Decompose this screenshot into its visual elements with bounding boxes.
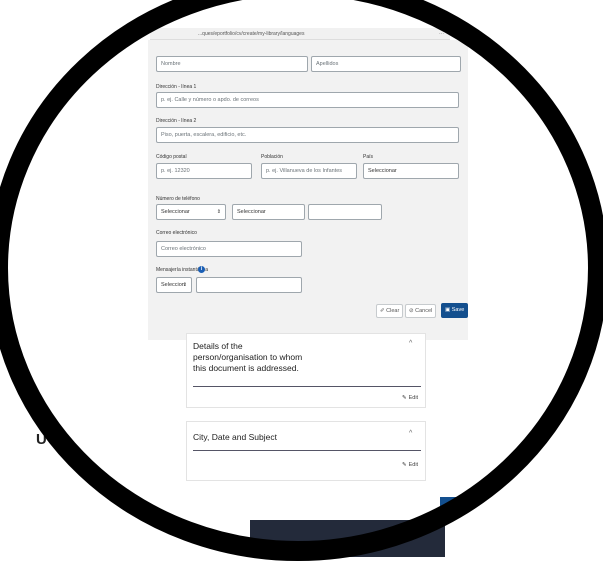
card-title: City, Date and Subject xyxy=(193,432,277,442)
clear-label: Clear xyxy=(386,308,400,314)
telefono-label: Número de teléfono xyxy=(156,196,200,202)
divider xyxy=(193,450,421,451)
codigo-postal-label: Código postal xyxy=(156,154,187,160)
telefono-type-value: Seleccionar xyxy=(161,209,190,215)
personal-info-form: Nombre Apellidos Dirección - línea 1 p. … xyxy=(148,40,469,340)
pais-select[interactable]: Seleccionar xyxy=(363,163,459,179)
cancel-button[interactable]: ⊘ Cancel xyxy=(405,304,437,318)
eraser-icon: ✐ xyxy=(380,308,385,314)
edit-label: Edit xyxy=(408,395,419,401)
cancel-label: Cancel xyxy=(415,308,433,314)
side-glyph: U xyxy=(36,431,47,448)
sort-arrows-icon: ⇕ xyxy=(182,282,187,288)
footer-bar xyxy=(250,520,445,557)
pais-label: País xyxy=(363,154,374,160)
telefono-type-select[interactable]: Seleccionar ⇕ xyxy=(156,204,226,220)
addressee-card: Details of the person/organisation to wh… xyxy=(186,333,426,408)
cancel-icon: ⊘ xyxy=(409,308,414,314)
mensajeria-type-value: Seleccion xyxy=(161,282,185,288)
pencil-icon: ✎ xyxy=(402,395,407,401)
poblacion-input[interactable]: p. ej. Villanueva de los Infantes xyxy=(261,163,357,179)
nombre-input[interactable]: Nombre xyxy=(156,56,308,72)
info-icon[interactable]: i xyxy=(198,266,205,273)
card-title: Details of the person/organisation to wh… xyxy=(193,341,303,373)
direccion2-input[interactable]: Piso, puerta, escalera, edificio, etc. xyxy=(156,127,459,143)
direccion2-label: Dirección - línea 2 xyxy=(156,118,197,124)
url-text: ...ques/eportfolio/cv/create/my-library/… xyxy=(198,31,305,37)
pencil-icon: ✎ xyxy=(402,462,407,468)
telefono-prefix-select[interactable]: Seleccionar xyxy=(232,204,305,220)
mensajeria-type-select[interactable]: Seleccion ⇕ xyxy=(156,277,192,293)
save-label: Save xyxy=(451,307,465,313)
save-icon: ▣ xyxy=(445,307,451,313)
sort-arrows-icon: ⇕ xyxy=(216,209,221,215)
edit-button[interactable]: ✎ Edit xyxy=(402,395,418,401)
edit-label: Edit xyxy=(408,462,419,468)
direccion1-label: Dirección - línea 1 xyxy=(156,84,197,90)
chevron-up-icon[interactable]: ^ xyxy=(409,340,412,347)
apellidos-input[interactable]: Apellidos xyxy=(311,56,461,72)
correo-label: Correo electrónico xyxy=(156,230,197,236)
clear-button[interactable]: ✐ Clear xyxy=(376,304,404,318)
poblacion-label: Población xyxy=(261,154,283,160)
divider xyxy=(193,386,421,387)
more-icon[interactable]: ··· xyxy=(439,28,444,39)
next-button[interactable] xyxy=(440,497,460,517)
city-date-subject-card: City, Date and Subject ^ ✎ Edit xyxy=(186,421,426,481)
mensajeria-input[interactable] xyxy=(196,277,302,293)
url-bar[interactable]: ...ques/eportfolio/cv/create/my-library/… xyxy=(150,28,450,40)
save-button[interactable]: ▣ Save xyxy=(441,303,469,318)
codigo-postal-input[interactable]: p. ej. 12320 xyxy=(156,163,252,179)
edit-button[interactable]: ✎ Edit xyxy=(402,462,418,468)
telefono-number-input[interactable] xyxy=(308,204,382,220)
correo-input[interactable]: Correo electrónico xyxy=(156,241,302,257)
chevron-up-icon[interactable]: ^ xyxy=(409,430,412,437)
direccion1-input[interactable]: p. ej. Calle y número o apdo. de correos xyxy=(156,92,459,108)
